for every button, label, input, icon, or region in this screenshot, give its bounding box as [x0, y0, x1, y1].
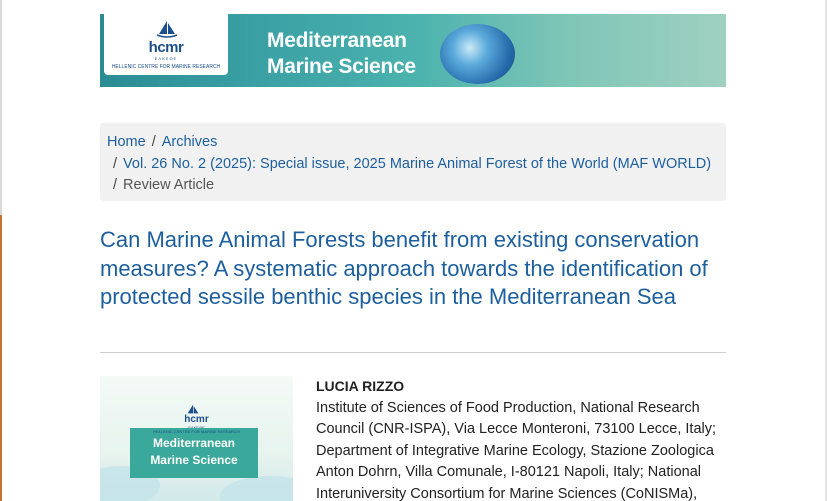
journal-title-line1: Mediterranean: [267, 29, 407, 52]
globe-image: [440, 24, 515, 84]
journal-title-line2: Marine Science: [267, 55, 416, 78]
breadcrumb: Home / Archives / Vol. 26 No. 2 (2025): Spe…: [100, 123, 726, 201]
breadcrumb-separator: /: [113, 177, 118, 193]
logo-greek-subtitle: ΕΛΚΕΘΕ: [154, 56, 178, 61]
breadcrumb-current: Review Article: [123, 177, 215, 193]
logo-full-name: HELLENIC CENTRE FOR MARINE RESEARCH: [111, 64, 221, 70]
author-block: LUCIA RIZZO Institute of Sciences of Foo…: [316, 376, 726, 501]
sail-icon: [156, 21, 178, 38]
breadcrumb-home-link[interactable]: Home: [107, 134, 146, 150]
cover-title-line1: Mediterranean: [152, 436, 236, 450]
page-title: Can Marine Animal Forests benefit from e…: [100, 227, 708, 309]
breadcrumb-archives-link[interactable]: Archives: [162, 134, 218, 150]
map-shape: [220, 476, 293, 501]
hcmr-logo[interactable]: hcmr ΕΛΚΕΘΕ HELLENIC CENTRE FOR MARINE R…: [104, 14, 228, 75]
divider: [100, 352, 726, 353]
breadcrumb-separator: /: [151, 134, 156, 150]
breadcrumb-separator: /: [113, 155, 118, 172]
left-accent-bar: [0, 215, 2, 501]
cover-logo-full-name: HELLENIC CENTRE FOR MARINE RESEARCH: [153, 429, 240, 434]
journal-cover-image[interactable]: hcmr ΕΛΚΕΘΕ Mediterranean Marine Science…: [100, 376, 293, 501]
journal-header-banner[interactable]: hcmr ΕΛΚΕΘΕ HELLENIC CENTRE FOR MARINE R…: [100, 14, 726, 87]
left-border: [0, 0, 2, 501]
cover-title-box: Mediterranean Marine Science: [130, 428, 258, 478]
cover-logo-wordmark: hcmr: [184, 414, 209, 425]
breadcrumb-issue-link[interactable]: Vol. 26 No. 2 (2025): Special issue, 202…: [123, 156, 711, 172]
cover-title-line2: Marine Science: [150, 453, 238, 467]
author-affiliation: Institute of Sciences of Food Production…: [316, 399, 717, 501]
logo-wordmark: hcmr: [148, 39, 184, 56]
author-name: LUCIA RIZZO: [316, 378, 405, 394]
